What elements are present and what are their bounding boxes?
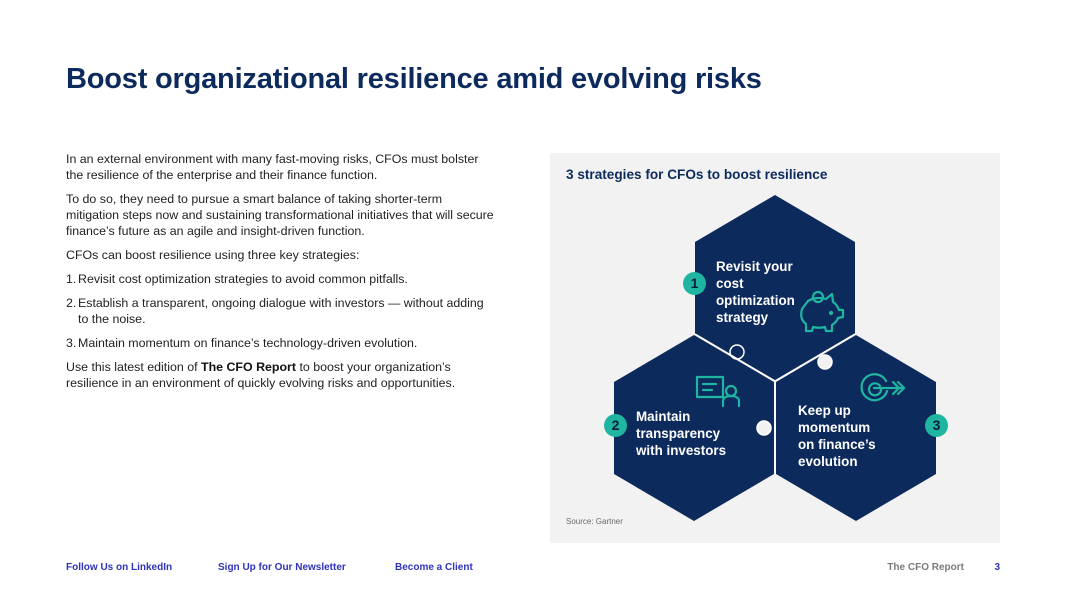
list-text: Maintain momentum on finance’s technolog… (78, 336, 418, 350)
strategy-figure: 3 strategies for CFOs to boost resilienc… (550, 153, 1000, 543)
intro-paragraph: To do so, they need to pursue a smart ba… (66, 192, 494, 238)
list-number: 3. (66, 336, 77, 350)
page-number: 3 (994, 562, 1000, 573)
figure-source: Source: Gartner (566, 517, 623, 526)
list-item: 2. Establish a transparent, ongoing dialo… (66, 295, 496, 327)
list-number: 2. (66, 296, 77, 310)
strategy-label-3: Keep up momentum on finance’s evolution (798, 403, 876, 469)
intro-text: In an external environment with many fas… (66, 151, 496, 399)
puzzle-knob (756, 420, 772, 436)
list-item: 1. Revisit cost optimization strategies t… (66, 271, 496, 287)
footer: Follow Us on LinkedIn Sign Up for Our Ne… (0, 562, 1067, 576)
puzzle-knob (817, 354, 833, 370)
intro-paragraph: CFOs can boost resilience using three ke… (66, 248, 360, 262)
report-name: The CFO Report (887, 562, 964, 573)
closing-text: Use this latest edition of (66, 360, 201, 374)
newsletter-link[interactable]: Sign Up for Our Newsletter (218, 562, 346, 573)
become-client-link[interactable]: Become a Client (395, 562, 473, 573)
list-item: 3. Maintain momentum on finance’s technol… (66, 335, 496, 351)
puzzle-knob (729, 344, 745, 360)
strategy-label-1: Revisit your cost optimization strategy (716, 259, 795, 325)
linkedin-link[interactable]: Follow Us on LinkedIn (66, 562, 172, 573)
list-text: Establish a transparent, ongoing dialogu… (78, 296, 484, 326)
strategy-list: 1. Revisit cost optimization strategies t… (66, 271, 496, 351)
strategy-label-2: Maintain transparency with investors (636, 409, 727, 458)
strategy-badge-1: 1 (683, 272, 706, 295)
strategy-badge-3: 3 (925, 414, 948, 437)
report-name: The CFO Report (201, 360, 296, 374)
intro-paragraph: In an external environment with many fas… (66, 152, 479, 182)
list-number: 1. (66, 272, 77, 286)
strategy-badge-2: 2 (604, 414, 627, 437)
list-text: Revisit cost optimization strategies to … (78, 272, 408, 286)
closing-paragraph: Use this latest edition of The CFO Repor… (66, 359, 496, 391)
hexagon-diagram (614, 195, 936, 521)
page-title: Boost organizational resilience amid evo… (66, 63, 762, 95)
